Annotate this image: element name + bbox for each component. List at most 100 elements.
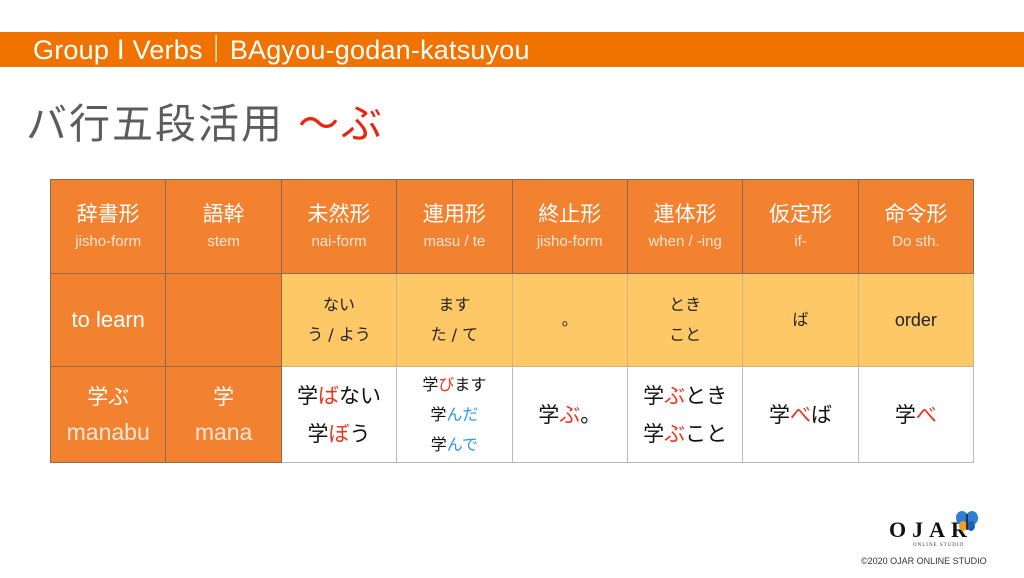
shuushi-suffix-cell: 。 <box>511 273 628 367</box>
suffix-line: ば <box>792 310 809 329</box>
banner-title: Group Ⅰ Verbs｜BAgyou-godan-katsuyou <box>33 35 530 65</box>
copyright-text: ©2020 OJAR ONLINE STUDIO <box>861 556 987 566</box>
suffix: ば <box>811 402 833 427</box>
suffix-line: ます <box>438 295 471 314</box>
shuushi-example-cell: 学ぶ。 <box>511 366 628 463</box>
conjugation-line: 学ぼう <box>282 415 396 453</box>
suffix-line: う / よう <box>307 325 371 344</box>
suffix-line: 。 <box>561 310 578 329</box>
ending: ば <box>317 383 339 408</box>
meaning-cell: to learn <box>49 273 167 367</box>
stem-cell: 学 mana <box>165 366 282 463</box>
header-jp: 未然形 <box>307 201 371 226</box>
banner: Group Ⅰ Verbs｜BAgyou-godan-katsuyou <box>0 32 1024 67</box>
stem: 学 <box>296 383 318 408</box>
header-jp: 語幹 <box>202 201 245 226</box>
meaning-row: to learn ないう / よう ますた / て 。 ときこと ば order <box>49 273 975 367</box>
ending: ぶ <box>559 402 581 427</box>
header-jp: 連体形 <box>653 201 717 226</box>
conjugation-line: 学ぶとき <box>628 377 742 415</box>
title-main: バ行五段活用 <box>26 100 284 148</box>
header-cell: 仮定形 if- <box>742 179 859 274</box>
stem: 学 <box>894 402 916 427</box>
stem: 学 <box>422 374 439 394</box>
header-en: Do sth. <box>892 232 940 250</box>
stem-empty-cell <box>165 273 282 367</box>
header-en: jisho-form <box>75 232 142 250</box>
header-en: nai-form <box>311 232 367 250</box>
conjugation-table: 辞書形 jisho-form 語幹 stem 未然形 nai-form 連用形 masu… <box>49 179 975 463</box>
suffix-line: こと <box>669 325 702 344</box>
meirei-suffix-cell: order <box>857 273 975 367</box>
header-cell: 語幹 stem <box>165 179 282 274</box>
suffix-line: order <box>894 309 937 330</box>
suffix: ます <box>454 374 487 394</box>
ending: べ <box>915 402 937 427</box>
ending: んで <box>446 434 478 454</box>
suffix: 。 <box>580 402 602 427</box>
rentai-example-cell: 学ぶとき 学ぶこと <box>626 366 744 463</box>
stem: 学 <box>643 383 665 408</box>
page-title: バ行五段活用 ～ぶ <box>26 90 384 150</box>
mizen-example-cell: 学ばない 学ぼう <box>280 366 398 463</box>
header-cell: 命令形 Do sth. <box>857 179 975 274</box>
ending: ぶ <box>664 383 686 408</box>
katei-suffix-cell: ば <box>742 273 859 367</box>
renyou-suffix-cell: ますた / て <box>396 273 513 367</box>
stem: 学 <box>307 421 329 446</box>
meaning-text: to learn <box>71 307 145 332</box>
header-cell: 連用形 masu / te <box>396 179 513 274</box>
logo-subtitle: ONLINE STUDIO <box>913 543 965 548</box>
stem: 学 <box>538 402 560 427</box>
suffix: こと <box>685 421 728 446</box>
header-jp: 命令形 <box>884 201 948 226</box>
conjugation-line: 学んだ <box>397 400 511 430</box>
conjugation-line: 学べ <box>859 396 973 434</box>
title-suffix: ～ぶ <box>298 100 384 148</box>
ending: ぼ <box>328 421 350 446</box>
header-jp: 終止形 <box>538 201 602 226</box>
mizen-suffix-cell: ないう / よう <box>280 273 398 367</box>
ending: べ <box>790 402 812 427</box>
renyou-example-cell: 学びます 学んだ 学んで <box>396 366 513 463</box>
conjugation-line: 学ぶこと <box>628 415 742 453</box>
header-jp: 辞書形 <box>76 201 140 226</box>
header-en: jisho-form <box>536 232 603 250</box>
header-en: when / -ing <box>648 232 722 250</box>
suffix: とき <box>685 383 728 408</box>
header-cell: 辞書形 jisho-form <box>49 179 167 274</box>
dictionary-form-cell: 学ぶ manabu <box>49 366 167 463</box>
ending: ぶ <box>664 421 686 446</box>
header-cell: 終止形 jisho-form <box>511 179 628 274</box>
conjugation-line: 学んで <box>397 430 511 460</box>
ending: び <box>438 374 455 394</box>
header-en: if- <box>794 232 807 250</box>
conjugation-line: 学びます <box>397 370 511 400</box>
conjugation-line: 学ぶ。 <box>513 396 627 434</box>
example-row: 学ぶ manabu 学 mana 学ばない 学ぼう 学びます 学んだ 学んで 学ぶ。… <box>49 366 975 463</box>
stem: 学 <box>430 404 447 424</box>
suffix-line: た / て <box>430 325 479 344</box>
dict-romaji: manabu <box>66 418 150 445</box>
header-cell: 未然形 nai-form <box>280 179 398 274</box>
suffix-line: とき <box>669 295 702 314</box>
dict-jp: 学ぶ <box>87 384 130 409</box>
rentai-suffix-cell: とき こと <box>626 273 744 367</box>
header-en: masu / te <box>423 232 486 250</box>
header-cell: 連体形 when / -ing <box>626 179 744 274</box>
stem-jp: 学 <box>213 384 235 409</box>
header-jp: 仮定形 <box>769 201 833 226</box>
stem: 学 <box>769 402 791 427</box>
meirei-example-cell: 学べ <box>857 366 975 463</box>
suffix-line: ない <box>322 295 355 314</box>
stem: 学 <box>643 421 665 446</box>
header-en: stem <box>207 232 240 250</box>
ojar-logo: OJAR ONLINE STUDIO <box>885 511 985 552</box>
suffix: う <box>349 421 371 446</box>
butterfly-icon <box>956 511 978 531</box>
header-row: 辞書形 jisho-form 語幹 stem 未然形 nai-form 連用形 masu… <box>49 179 975 274</box>
ending: んだ <box>446 404 479 424</box>
conjugation-line: 学べば <box>743 396 857 434</box>
stem-romaji: mana <box>194 418 253 445</box>
suffix: ない <box>338 383 381 408</box>
